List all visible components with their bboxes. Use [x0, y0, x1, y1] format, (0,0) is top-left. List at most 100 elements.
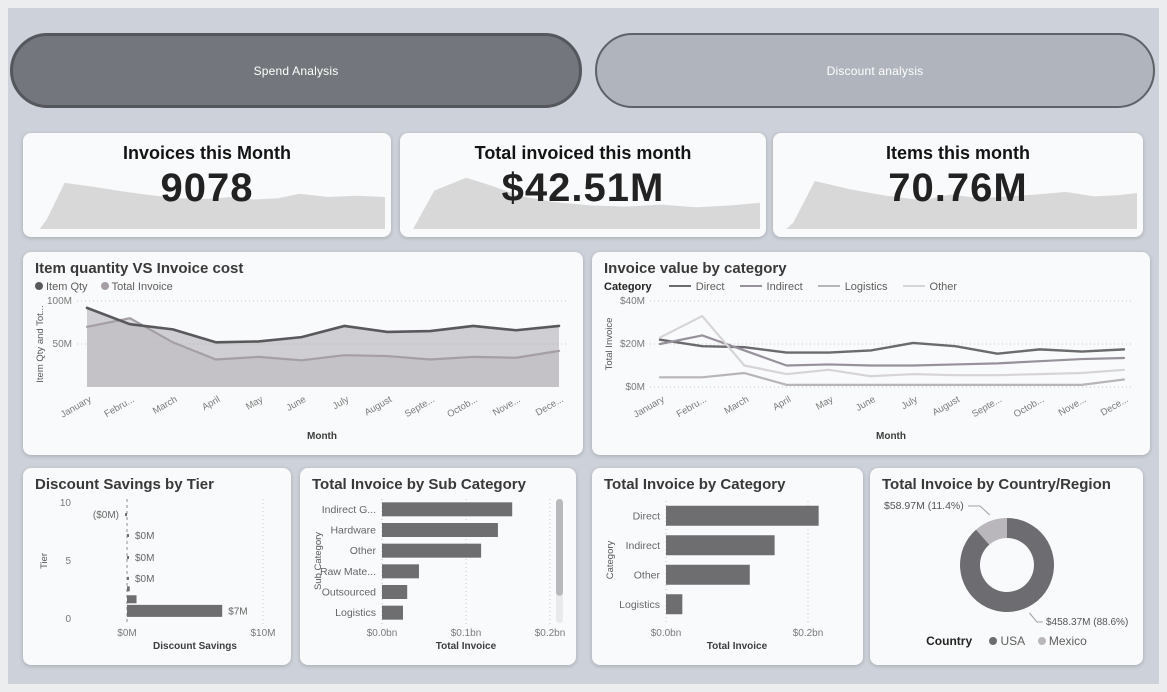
bar-Outsourced[interactable]	[382, 585, 408, 599]
bar-Direct[interactable]	[666, 505, 819, 526]
legend-dot-icon	[35, 282, 43, 291]
chart-title: Item quantity VS Invoice cost	[35, 260, 244, 277]
x-axis-label: Septe...	[970, 394, 1004, 420]
x-axis-label: May	[244, 394, 265, 413]
bar-data-label: $0M	[135, 574, 154, 585]
category-label: Hardware	[330, 525, 376, 537]
x-axis-label: Febru...	[675, 394, 709, 420]
x-axis-label: January	[632, 394, 667, 421]
legend-label: Total Invoice	[111, 281, 173, 293]
tier-bar[interactable]	[127, 556, 129, 560]
legend-label: Item Qty	[46, 281, 88, 293]
total-invoice-by-country-donut-chart[interactable]: $58.97M (11.4%) $458.37M (88.6%)	[880, 493, 1133, 631]
tier-bar[interactable]	[127, 604, 223, 617]
x-axis-title: Month	[307, 431, 337, 442]
tier-bar[interactable]	[127, 595, 137, 604]
bar-Other[interactable]	[382, 543, 482, 558]
x-axis-label: March	[722, 394, 750, 417]
x-axis-label: July	[899, 394, 919, 412]
axis-label: 10	[60, 498, 72, 509]
chart-title: Discount Savings by Tier	[35, 476, 214, 493]
x-axis-title: Total Invoice	[707, 641, 768, 652]
category-label: Other	[350, 545, 377, 557]
tier-bar[interactable]	[127, 533, 129, 537]
legend-label: Mexico	[1048, 634, 1087, 648]
legend-label: Direct	[695, 281, 725, 293]
bar-Other[interactable]	[666, 564, 750, 585]
bar-Hardware[interactable]	[382, 523, 498, 537]
x-axis-label: March	[151, 394, 179, 417]
legend-label: Other	[929, 281, 958, 293]
discount-analysis-button[interactable]: Discount analysis	[595, 33, 1155, 108]
x-axis-label: June	[854, 394, 877, 414]
bar-data-label: $0M	[135, 553, 154, 564]
legend-dot-icon	[1037, 636, 1046, 645]
x-axis-label: April	[200, 394, 222, 413]
category-label: Indirect	[626, 540, 661, 552]
bar-Raw Mate...[interactable]	[382, 564, 419, 579]
legend-item-usa[interactable]: USA	[979, 634, 1025, 648]
legend-dot-icon	[989, 636, 998, 645]
bar-Logistics[interactable]	[666, 594, 683, 615]
y-axis-title: Tier	[39, 553, 50, 569]
category-label: Indirect G...	[322, 504, 376, 516]
x-axis-label: July	[331, 394, 351, 412]
chart-legend: Category Direct Indirect Logistics Other	[592, 277, 1150, 293]
legend-item-item-qty[interactable]: Item Qty	[35, 281, 88, 293]
bar-Indirect[interactable]	[666, 535, 775, 556]
chart-card-item-qty-vs-invoice-cost: Item quantity VS Invoice cost Item Qty T…	[23, 252, 583, 455]
tier-bar[interactable]	[127, 586, 130, 592]
donut-data-label: $458.37M (88.6%)	[1046, 617, 1128, 628]
axis-label: $40M	[620, 296, 645, 307]
x-axis-label: August	[931, 394, 962, 418]
x-axis-label: Octob...	[445, 394, 479, 420]
legend-item-other[interactable]: Other	[891, 281, 958, 293]
chart-card-invoice-value-by-category: Invoice value by category Category Direc…	[592, 252, 1150, 455]
legend-item-direct[interactable]: Direct	[657, 281, 725, 293]
chart-card-total-invoice-by-country: Total Invoice by Country/Region $58.97M …	[870, 468, 1143, 665]
axis-label: $0.0bn	[367, 628, 398, 639]
x-axis-title: Total Invoice	[436, 641, 497, 652]
bar-Logistics[interactable]	[382, 605, 403, 620]
bar-Indirect G...[interactable]	[382, 502, 513, 517]
kpi-value: 70.76M	[888, 166, 1028, 210]
category-label: Other	[634, 569, 661, 581]
callout-line	[968, 505, 991, 516]
legend-item-indirect[interactable]: Indirect	[728, 281, 803, 293]
x-axis-label: April	[771, 394, 793, 413]
donut-slice-USA[interactable]	[960, 518, 1055, 612]
invoice-value-by-category-chart[interactable]: $0M $20M $40M Total Invoice January Febru... M…	[602, 293, 1140, 443]
tier-bar[interactable]	[125, 513, 127, 517]
legend-item-logistics[interactable]: Logistics	[806, 281, 887, 293]
donut-legend: Country USA Mexico	[870, 631, 1143, 648]
x-axis-label: August	[363, 394, 394, 418]
legend-label: Indirect	[766, 281, 803, 293]
axis-label: 100M	[47, 296, 72, 307]
discount-savings-by-tier-chart[interactable]: 10 5 0 Tier $0M $10M Discount Savings ($0M) $0M $…	[33, 493, 281, 653]
axis-label: 0	[65, 614, 71, 625]
axis-label: $0.2bn	[793, 628, 824, 639]
chart-title: Invoice value by category	[604, 260, 787, 277]
kpi-card-total-invoiced-this-month: Total invoiced this month $42.51M	[400, 133, 766, 237]
legend-line-icon	[817, 284, 840, 288]
kpi-title: Invoices this Month	[122, 143, 291, 163]
legend-item-mexico[interactable]: Mexico	[1028, 634, 1087, 648]
legend-item-total-invoice[interactable]: Total Invoice	[91, 281, 173, 293]
total-invoice-by-sub-category-chart[interactable]: $0.0bn $0.1bn $0.2bn Indirect G... Hardware O…	[310, 493, 566, 653]
x-axis-label: Nove...	[491, 394, 523, 419]
x-axis-label: May	[814, 394, 835, 413]
category-label: Logistics	[619, 599, 660, 611]
legend-title: Category	[604, 281, 652, 293]
y-axis-title: Total Invoice	[604, 318, 615, 371]
item-qty-vs-invoice-cost-chart[interactable]: 50M 100MItem Qty and Tot... January Febru..…	[33, 293, 573, 443]
axis-label: $10M	[250, 628, 275, 639]
x-axis-label: Nove...	[1057, 394, 1089, 419]
total-invoice-by-category-chart[interactable]: $0.0bn $0.2bn Direct Indirect Other Logistics…	[602, 493, 853, 653]
scrollbar-thumb[interactable]	[556, 499, 563, 596]
tier-bar[interactable]	[127, 576, 129, 580]
chart-card-discount-savings-by-tier: Discount Savings by Tier 10 5 0 Tier $0M $10M…	[23, 468, 291, 665]
report-canvas: Spend Analysis Discount analysis Invoice…	[8, 8, 1159, 684]
x-axis-title: Month	[876, 431, 906, 442]
spend-analysis-button[interactable]: Spend Analysis	[10, 33, 582, 108]
legend-line-icon	[668, 284, 691, 288]
